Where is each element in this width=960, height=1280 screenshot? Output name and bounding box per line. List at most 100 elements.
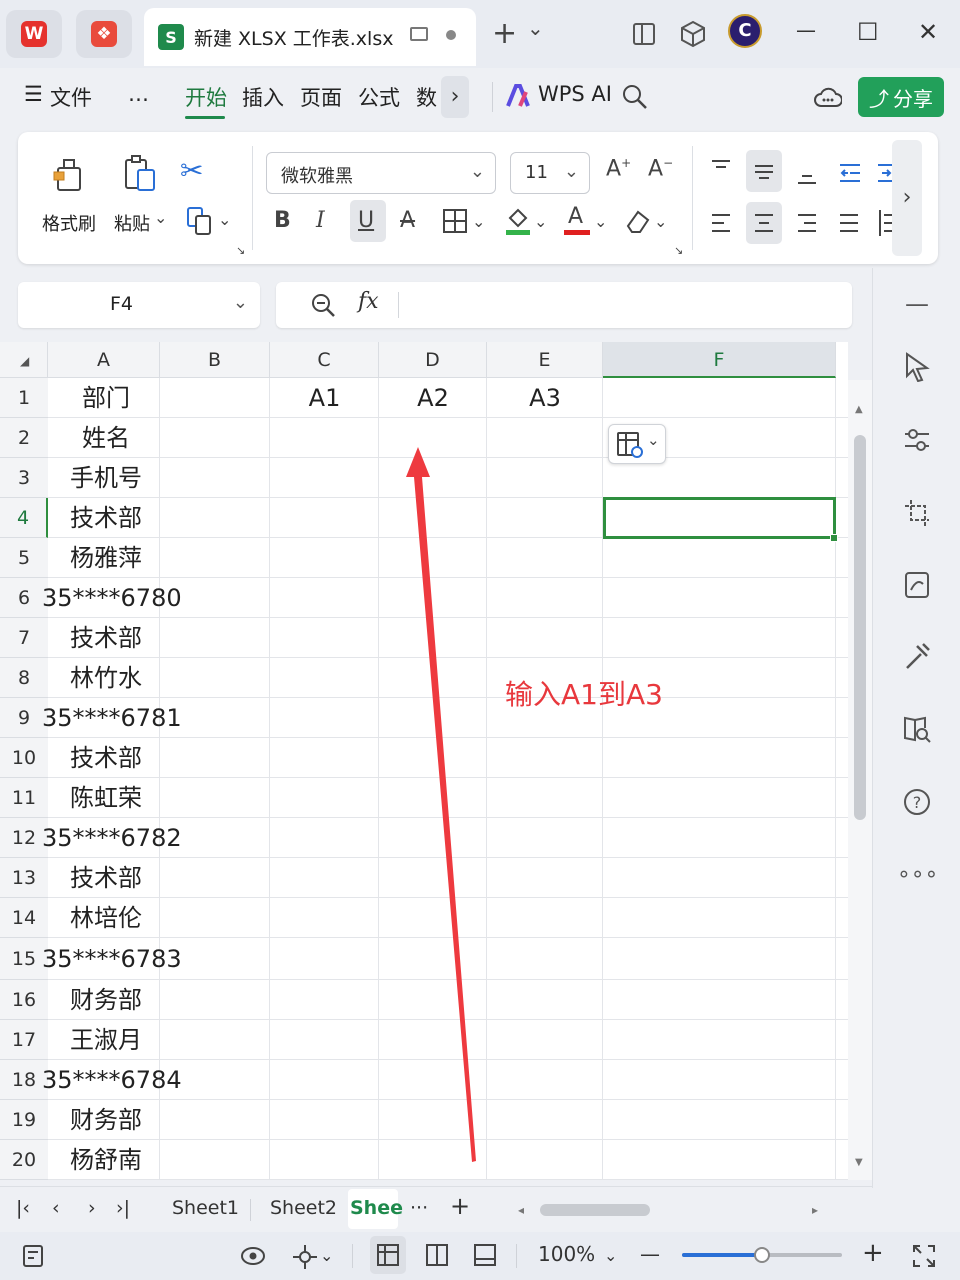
cell-a6[interactable]: 35****6780 [42,578,182,618]
column-header-b[interactable]: B [160,342,270,378]
align-right-icon[interactable] [796,212,818,234]
reading-mode-icon[interactable] [632,22,656,46]
next-sheet-icon[interactable]: › [88,1197,96,1219]
format-painter-label[interactable]: 格式刷 [42,210,96,236]
paste-dropdown-icon[interactable]: ⌄ [154,208,167,227]
menu-insert[interactable]: 插入 [242,82,284,112]
zoom-dropdown-icon[interactable]: ⌄ [604,1246,617,1265]
sheet-tab-sheet1[interactable]: Sheet1 [172,1197,239,1219]
sliders-icon[interactable] [903,426,931,454]
cell-a3[interactable]: 手机号 [42,458,170,498]
format-painter-icon[interactable] [52,154,86,194]
cell-a16[interactable]: 财务部 [42,980,170,1020]
align-middle-icon[interactable] [753,162,775,182]
share-button[interactable]: ⤴ 分享 [858,77,944,117]
sheet-tab-sheet2[interactable]: Sheet2 [270,1197,337,1219]
menu-formula[interactable]: 公式 [358,82,400,112]
monitor-icon[interactable] [410,27,428,41]
align-center-icon[interactable] [753,212,775,234]
wps-ai-icon[interactable] [506,84,532,108]
new-tab-menu-icon[interactable]: ⌄ [527,16,544,40]
more-sheets-button[interactable]: ··· [410,1197,428,1219]
avatar[interactable]: C [728,14,762,48]
decrease-font-size-icon[interactable]: A− [648,156,673,181]
zoom-slider-handle[interactable] [754,1247,770,1263]
cloud-sync-icon[interactable] [814,84,842,110]
collapse-panel-icon[interactable]: — [897,290,937,318]
horizontal-scroll-thumb[interactable] [540,1204,650,1216]
fill-color-icon[interactable] [504,204,532,236]
book-search-icon[interactable] [903,714,931,744]
menu-scroll-right-button[interactable]: › [441,76,469,118]
row-header-3[interactable]: 3 [0,458,48,498]
spreadsheet-grid[interactable]: ◢ ABCDEF 1 2 3 4 5 6 7 8 9 10 11 12 13 14 15 16 17 18 19 20… [0,342,848,1180]
focus-mode-icon[interactable] [292,1244,318,1270]
borders-icon[interactable] [442,208,468,234]
row-header-15[interactable]: 15 [0,938,48,980]
font-launcher-icon[interactable]: ↘ [674,244,683,257]
help-icon[interactable]: ? [903,788,931,816]
menu-file[interactable]: 文件 [50,82,92,112]
sheet-tab-active[interactable]: Shee [350,1197,403,1219]
wps-home-icon[interactable]: W [6,10,62,58]
row-header-5[interactable]: 5 [0,538,48,578]
font-size-select[interactable]: 11 ⌄ [510,152,590,194]
strikethrough-button[interactable]: A [400,208,415,233]
cell-a1[interactable]: 部门 [42,378,170,418]
hamburger-icon[interactable]: ☰ [24,82,43,106]
vertical-scrollbar[interactable]: ▲ ▼ [848,380,872,1180]
cell-a10[interactable]: 技术部 [42,738,170,778]
cell-a20[interactable]: 杨舒南 [42,1140,170,1180]
pdf-app-icon[interactable]: ❖ [76,10,132,58]
last-sheet-icon[interactable]: ›| [116,1197,130,1219]
row-header-2[interactable]: 2 [0,418,48,458]
cell-a8[interactable]: 林竹水 [42,658,170,698]
row-header-9[interactable]: 9 [0,698,48,738]
increase-font-size-icon[interactable]: A+ [606,156,631,181]
align-top-icon[interactable] [710,158,732,178]
row-header-18[interactable]: 18 [0,1060,48,1100]
bold-button[interactable]: B [274,208,291,233]
row-header-19[interactable]: 19 [0,1100,48,1140]
cell-a19[interactable]: 财务部 [42,1100,170,1140]
first-sheet-icon[interactable]: |‹ [16,1197,30,1219]
function-icon[interactable]: fx [358,289,379,314]
style-tool-icon[interactable] [903,570,931,600]
fill-color-dropdown-icon[interactable]: ⌄ [534,212,547,231]
add-sheet-button[interactable]: + [450,1192,470,1220]
select-all-corner[interactable]: ◢ [0,342,48,378]
cell-a17[interactable]: 王淑月 [42,1020,170,1060]
new-tab-button[interactable]: + [492,16,517,51]
paste-icon[interactable] [122,154,158,194]
chevron-down-icon[interactable]: ⌄ [233,292,248,313]
macro-record-icon[interactable] [22,1244,46,1268]
zoom-out-button[interactable]: — [640,1242,660,1266]
decrease-indent-icon[interactable] [838,162,862,184]
cell-a5[interactable]: 杨雅萍 [42,538,170,578]
cell-c1[interactable]: A1 [270,378,379,418]
page-layout-view-icon[interactable] [474,1244,496,1266]
row-header-16[interactable]: 16 [0,980,48,1020]
page-break-view-icon[interactable] [426,1244,448,1266]
selected-cell-F4[interactable] [603,497,836,539]
cell-a7[interactable]: 技术部 [42,618,170,658]
crop-frame-icon[interactable] [903,498,931,528]
cut-icon[interactable]: ✂ [180,154,203,187]
column-header-d[interactable]: D [379,342,487,378]
column-header-e[interactable]: E [487,342,603,378]
column-header-c[interactable]: C [270,342,379,378]
zoom-in-button[interactable]: + [862,1238,884,1268]
cell-a18[interactable]: 35****6784 [42,1060,182,1100]
tools-icon[interactable] [903,642,931,672]
zoom-search-icon[interactable] [310,292,336,318]
ribbon-scroll-right-button[interactable]: › [892,140,922,256]
row-header-13[interactable]: 13 [0,858,48,898]
italic-button[interactable]: I [316,208,325,233]
eraser-dropdown-icon[interactable]: ⌄ [654,212,667,231]
search-icon[interactable] [622,84,648,110]
maximize-button[interactable]: ☐ [857,18,879,46]
fill-handle[interactable] [830,534,838,542]
scroll-down-icon[interactable]: ▼ [855,1157,863,1168]
menu-more[interactable]: … [128,82,149,106]
cell-a13[interactable]: 技术部 [42,858,170,898]
